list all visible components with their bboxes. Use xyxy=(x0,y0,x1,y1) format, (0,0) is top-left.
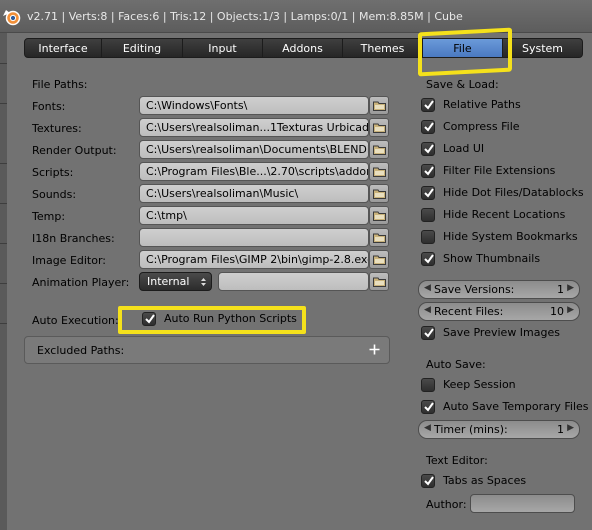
hide-system-bookmarks-label: Hide System Bookmarks xyxy=(443,230,578,243)
animation-player-value: Internal xyxy=(147,275,190,288)
auto-execution-label: Auto Execution: xyxy=(32,314,119,327)
timer-field[interactable]: ◀ Timer (mins): 1 ▶ xyxy=(418,420,580,439)
i18n-branches-browse-button[interactable] xyxy=(369,228,389,247)
auto-save-heading: Auto Save: xyxy=(426,358,486,371)
sounds-browse-button[interactable] xyxy=(369,184,389,203)
excluded-paths-label: Excluded Paths: xyxy=(37,344,125,357)
sounds-label: Sounds: xyxy=(32,188,77,201)
compress-file-label: Compress File xyxy=(443,120,520,133)
save-versions-value: 1 xyxy=(557,283,564,296)
checkbox-checked xyxy=(421,98,435,112)
temp-label: Temp: xyxy=(32,210,66,223)
save-versions-label: Save Versions: xyxy=(434,283,515,296)
folder-icon xyxy=(373,101,386,111)
i18n-branches-path-field[interactable] xyxy=(139,228,369,247)
textures-path-field[interactable]: C:\Users\realsoliman...1Texturas Urbicad… xyxy=(139,118,369,137)
tab-interface[interactable]: Interface xyxy=(24,38,102,58)
sounds-path-field[interactable]: C:\Users\realsoliman\Music\ xyxy=(139,184,369,203)
checkbox-unchecked xyxy=(421,378,435,392)
fonts-label: Fonts: xyxy=(32,100,66,113)
animation-player-label: Animation Player: xyxy=(32,276,130,289)
render-output-path-field[interactable]: C:\Users\realsoliman\Documents\BLENDER\ xyxy=(139,140,369,159)
timer-label: Timer (mins): xyxy=(434,423,508,436)
folder-icon xyxy=(373,255,386,265)
file-paths-heading: File Paths: xyxy=(32,78,88,91)
temp-browse-button[interactable] xyxy=(369,206,389,225)
animation-player-path-field[interactable] xyxy=(218,272,369,291)
adjacent-panel-edge xyxy=(0,33,7,530)
tab-addons[interactable]: Addons xyxy=(263,38,343,58)
hide-recent-locations-label: Hide Recent Locations xyxy=(443,208,566,221)
author-label: Author: xyxy=(426,498,467,511)
increment-arrow-icon[interactable]: ▶ xyxy=(567,305,574,315)
checkbox-checked xyxy=(421,326,435,340)
file-tab-highlight xyxy=(418,27,512,77)
excluded-paths-panel[interactable]: Excluded Paths: xyxy=(24,336,390,364)
checkbox-checked xyxy=(421,186,435,200)
filter-file-extensions-label: Filter File Extensions xyxy=(443,164,556,177)
temp-path-field[interactable]: C:\tmp\ xyxy=(139,206,369,225)
checkbox-checked xyxy=(421,120,435,134)
decrement-arrow-icon[interactable]: ◀ xyxy=(424,305,431,315)
tabs-as-spaces-label: Tabs as Spaces xyxy=(443,474,527,487)
folder-icon xyxy=(373,167,386,177)
scripts-browse-button[interactable] xyxy=(369,162,389,181)
save-preview-images-label: Save Preview Images xyxy=(443,326,560,339)
folder-icon xyxy=(373,189,386,199)
auto-save-temporary-files-label: Auto Save Temporary Files xyxy=(443,400,589,413)
fonts-browse-button[interactable] xyxy=(369,96,389,115)
recent-files-value: 10 xyxy=(550,305,564,318)
folder-icon xyxy=(373,123,386,133)
folder-icon xyxy=(373,233,386,243)
tab-system[interactable]: System xyxy=(503,38,583,58)
checkbox-checked xyxy=(421,252,435,266)
tab-themes[interactable]: Themes xyxy=(343,38,423,58)
hide-dot-files-label: Hide Dot Files/Datablocks xyxy=(443,186,584,199)
scripts-path-field[interactable]: C:\Program Files\Ble...\2.70\scripts\add… xyxy=(139,162,369,181)
checkbox-checked xyxy=(421,474,435,488)
folder-icon xyxy=(373,145,386,155)
decrement-arrow-icon[interactable]: ◀ xyxy=(424,283,431,293)
render-output-label: Render Output: xyxy=(32,144,117,157)
folder-icon xyxy=(373,211,386,221)
increment-arrow-icon[interactable]: ▶ xyxy=(567,423,574,433)
animation-player-browse-button[interactable] xyxy=(369,272,389,291)
text-editor-heading: Text Editor: xyxy=(426,454,488,467)
decrement-arrow-icon[interactable]: ◀ xyxy=(424,423,431,433)
image-editor-path-field[interactable]: C:\Program Files\GIMP 2\bin\gimp-2.8.exe xyxy=(139,250,369,269)
render-output-browse-button[interactable] xyxy=(369,140,389,159)
save-load-heading: Save & Load: xyxy=(426,78,499,91)
recent-files-label: Recent Files: xyxy=(434,305,504,318)
scripts-label: Scripts: xyxy=(32,166,74,179)
timer-value: 1 xyxy=(557,423,564,436)
tab-editing[interactable]: Editing xyxy=(102,38,183,58)
increment-arrow-icon[interactable]: ▶ xyxy=(567,283,574,293)
fonts-path-field[interactable]: C:\Windows\Fonts\ xyxy=(139,96,369,115)
checkbox-checked xyxy=(421,142,435,156)
textures-label: Textures: xyxy=(32,122,82,135)
relative-paths-label: Relative Paths xyxy=(443,98,521,111)
textures-browse-button[interactable] xyxy=(369,118,389,137)
auto-run-highlight xyxy=(118,306,306,334)
add-icon[interactable] xyxy=(369,344,380,355)
author-field[interactable] xyxy=(470,494,575,513)
image-editor-label: Image Editor: xyxy=(32,254,107,267)
tab-input[interactable]: Input xyxy=(183,38,263,58)
checkbox-checked xyxy=(421,400,435,414)
checkbox-unchecked xyxy=(421,208,435,222)
image-editor-browse-button[interactable] xyxy=(369,250,389,269)
checkbox-checked xyxy=(421,164,435,178)
blender-logo-icon[interactable] xyxy=(2,7,22,27)
load-ui-label: Load UI xyxy=(443,142,485,155)
save-versions-field[interactable]: ◀ Save Versions: 1 ▶ xyxy=(418,280,580,299)
i18n-branches-label: I18n Branches: xyxy=(32,232,115,245)
show-thumbnails-label: Show Thumbnails xyxy=(443,252,541,265)
scene-stats: v2.71 | Verts:8 | Faces:6 | Tris:12 | Ob… xyxy=(27,10,463,23)
keep-session-label: Keep Session xyxy=(443,378,516,391)
dropdown-arrows-icon xyxy=(201,278,206,286)
folder-icon xyxy=(373,277,386,287)
checkbox-unchecked xyxy=(421,230,435,244)
animation-player-dropdown[interactable]: Internal xyxy=(139,272,212,291)
recent-files-field[interactable]: ◀ Recent Files: 10 ▶ xyxy=(418,302,580,321)
